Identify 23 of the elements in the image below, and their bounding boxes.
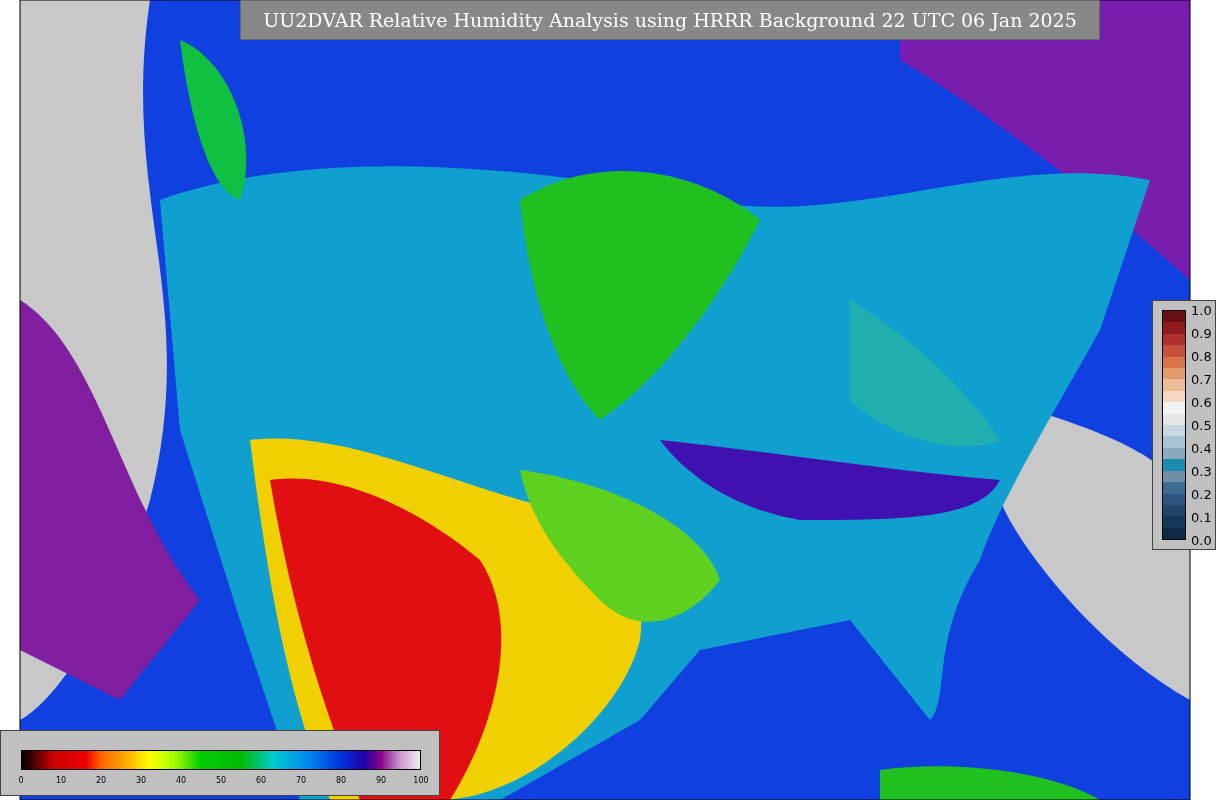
tick-label: 0.9 [1191, 325, 1212, 341]
tick-label: 50 [215, 776, 227, 785]
tick-label: 0.8 [1191, 348, 1212, 364]
tick-label: 80 [335, 776, 347, 785]
tick-label: 70 [295, 776, 307, 785]
tick-label: 0.4 [1191, 440, 1212, 456]
tick-label: 30 [135, 776, 147, 785]
tick-label: 0.2 [1191, 486, 1212, 502]
tick-label: 1.0 [1191, 302, 1212, 318]
tick-label: 60 [255, 776, 267, 785]
tick-label: 90 [375, 776, 387, 785]
tick-label: 0.1 [1191, 509, 1212, 525]
tick-label: 10 [55, 776, 67, 785]
tick-label: 100 [413, 776, 429, 785]
map-title: UU2DVAR Relative Humidity Analysis using HRRR Background 22 UTC 06 Jan 2025 [240, 0, 1100, 40]
tick-label: 0.6 [1191, 394, 1212, 410]
tick-label: 0.0 [1191, 532, 1212, 548]
tick-label: 0.7 [1191, 371, 1212, 387]
tick-label: 0.3 [1191, 463, 1212, 479]
tick-label: 20 [95, 776, 107, 785]
tick-label: 0 [18, 776, 24, 785]
tick-label: 0.5 [1191, 417, 1212, 433]
tick-label: 40 [175, 776, 187, 785]
